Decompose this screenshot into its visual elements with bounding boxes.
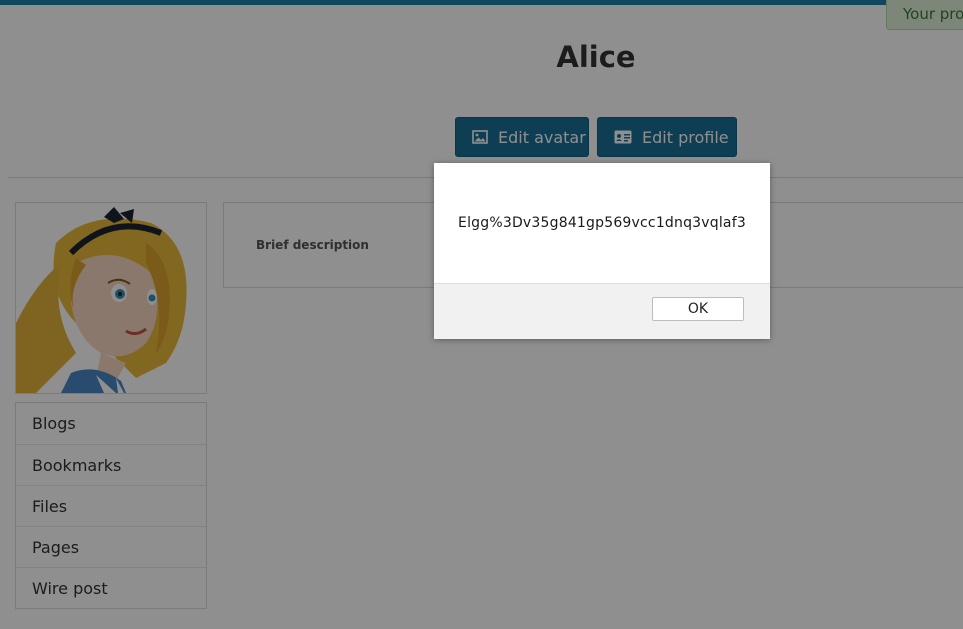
- ok-button[interactable]: OK: [652, 297, 744, 321]
- profile-page: Your pro Alice Edit avatar Edit profile: [0, 0, 963, 629]
- alert-footer: OK: [434, 283, 770, 339]
- alert-dialog: Elgg%3Dv35g841gp569vcc1dnq3vqlaf3 OK: [434, 163, 770, 339]
- alert-message: Elgg%3Dv35g841gp569vcc1dnq3vqlaf3: [458, 215, 746, 231]
